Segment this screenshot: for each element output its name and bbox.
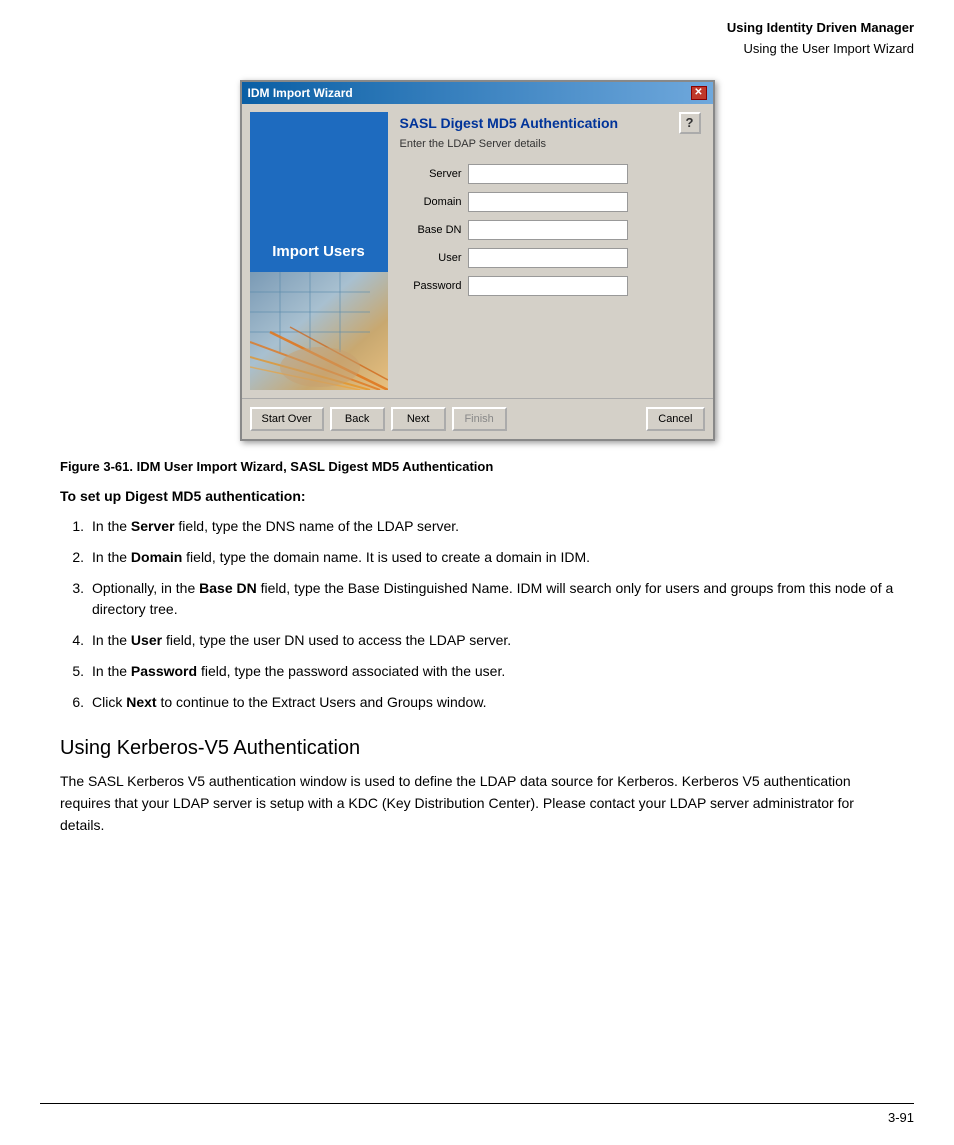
list-item: 4. In the User field, type the user DN u… xyxy=(60,630,894,651)
dialog-right-header: SASL Digest MD5 Authentication ? xyxy=(400,112,701,134)
dialog-close-button[interactable]: ✕ xyxy=(691,86,707,100)
start-over-button[interactable]: Start Over xyxy=(250,407,324,431)
user-label: User xyxy=(400,252,468,264)
import-users-label: Import Users xyxy=(272,242,365,262)
dialog-body: Import Users xyxy=(242,104,713,398)
photo-building xyxy=(250,272,388,390)
kerberos-heading: Using Kerberos-V5 Authentication xyxy=(60,737,894,760)
finish-button[interactable]: Finish xyxy=(452,407,507,431)
help-button[interactable]: ? xyxy=(679,112,701,134)
dialog-left-panel: Import Users xyxy=(250,112,388,390)
header-line2: Using the User Import Wizard xyxy=(40,39,914,60)
page-number: 3-91 xyxy=(888,1110,914,1125)
server-label: Server xyxy=(400,168,468,180)
password-input[interactable] xyxy=(468,276,628,296)
server-field-row: Server xyxy=(400,164,701,184)
user-field-row: User xyxy=(400,248,701,268)
photo-decoration xyxy=(250,272,388,390)
dialog-title: IDM Import Wizard xyxy=(248,86,353,100)
dialog-footer: Start Over Back Next Finish Cancel xyxy=(242,398,713,439)
domain-field-row: Domain xyxy=(400,192,701,212)
basedn-field-row: Base DN xyxy=(400,220,701,240)
instruction-list: 1. In the Server field, type the DNS nam… xyxy=(60,516,894,713)
list-item: 5. In the Password field, type the passw… xyxy=(60,661,894,682)
page-footer: 3-91 xyxy=(40,1103,914,1125)
list-item: 1. In the Server field, type the DNS nam… xyxy=(60,516,894,537)
screenshot-container: IDM Import Wizard ✕ Import Users xyxy=(60,80,894,441)
cancel-button[interactable]: Cancel xyxy=(646,407,704,431)
next-button[interactable]: Next xyxy=(391,407,446,431)
figure-caption: Figure 3-61. IDM User Import Wizard, SAS… xyxy=(60,459,894,474)
dialog-photo xyxy=(250,272,388,390)
basedn-label: Base DN xyxy=(400,224,468,236)
domain-input[interactable] xyxy=(468,192,628,212)
import-users-blue-panel: Import Users xyxy=(250,112,388,272)
back-button[interactable]: Back xyxy=(330,407,385,431)
instruction-header: To set up Digest MD5 authentication: xyxy=(60,488,894,504)
dialog-right-title: SASL Digest MD5 Authentication xyxy=(400,115,619,131)
list-item: 2. In the Domain field, type the domain … xyxy=(60,547,894,568)
basedn-input[interactable] xyxy=(468,220,628,240)
dialog-subtitle: Enter the LDAP Server details xyxy=(400,138,701,150)
page-header: Using Identity Driven Manager Using the … xyxy=(0,0,954,70)
header-line1: Using Identity Driven Manager xyxy=(40,18,914,39)
password-field-row: Password xyxy=(400,276,701,296)
kerberos-body: The SASL Kerberos V5 authentication wind… xyxy=(60,770,894,837)
dialog-titlebar: IDM Import Wizard ✕ xyxy=(242,82,713,104)
domain-label: Domain xyxy=(400,196,468,208)
idm-dialog: IDM Import Wizard ✕ Import Users xyxy=(240,80,715,441)
list-item: 3. Optionally, in the Base DN field, typ… xyxy=(60,578,894,620)
password-label: Password xyxy=(400,280,468,292)
content-area: IDM Import Wizard ✕ Import Users xyxy=(0,70,954,883)
dialog-right-panel: SASL Digest MD5 Authentication ? Enter t… xyxy=(396,112,705,390)
server-input[interactable] xyxy=(468,164,628,184)
user-input[interactable] xyxy=(468,248,628,268)
list-item: 6. Click Next to continue to the Extract… xyxy=(60,692,894,713)
